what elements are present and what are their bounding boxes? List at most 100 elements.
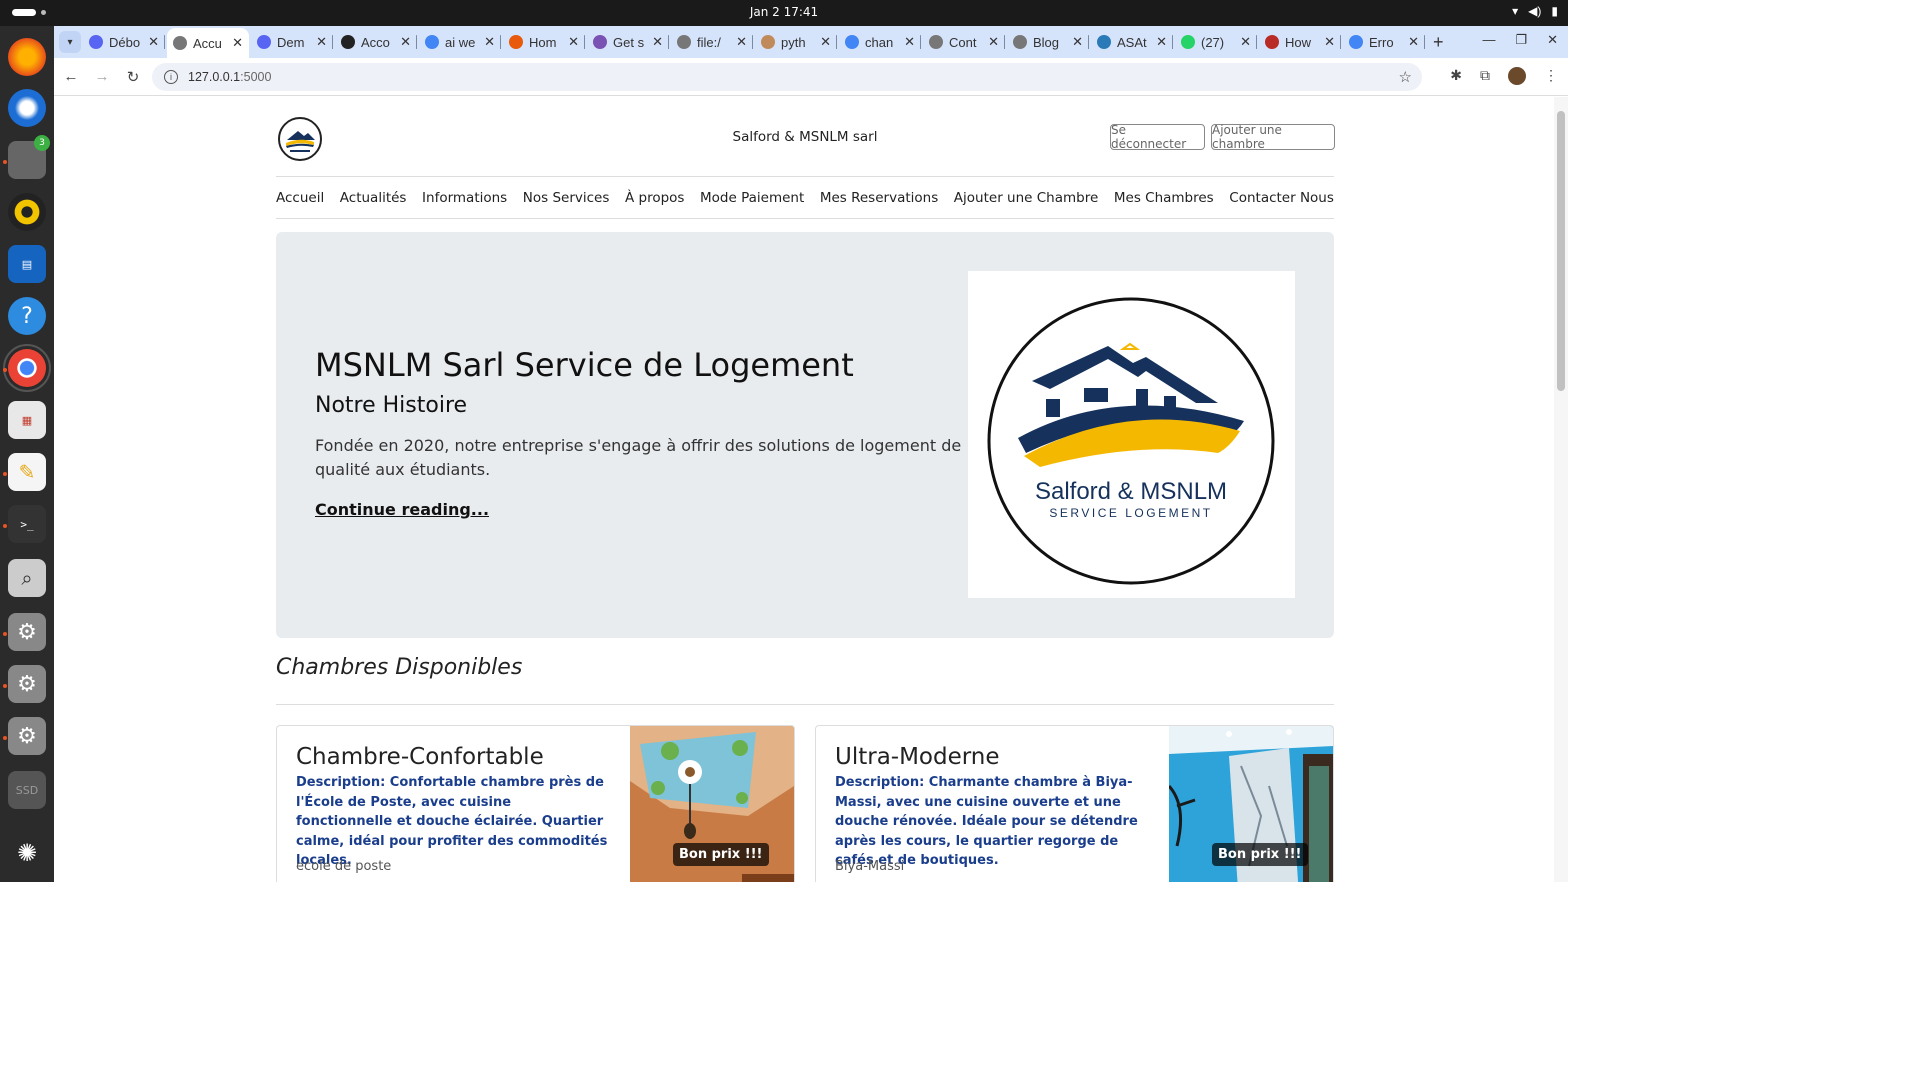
nav-link[interactable]: Mode Paiement <box>700 190 804 206</box>
tab-close-icon[interactable]: ✕ <box>1408 34 1419 50</box>
browser-tab[interactable]: Blog ✕ <box>1007 29 1089 55</box>
tab-close-icon[interactable]: ✕ <box>484 34 495 50</box>
tab-close-icon[interactable]: ✕ <box>736 34 747 50</box>
room-photo[interactable]: Bon prix !!! <box>1169 726 1333 882</box>
reload-icon[interactable]: ↻ <box>119 68 147 86</box>
ssd-drive-icon[interactable]: SSD <box>8 771 46 809</box>
writer-icon[interactable]: ▤ <box>8 245 46 283</box>
browser-tab[interactable]: pyth ✕ <box>755 29 837 55</box>
minimize-icon[interactable]: — <box>1482 32 1495 48</box>
nav-link[interactable]: Informations <box>422 190 507 206</box>
help-icon[interactable]: ? <box>8 297 46 335</box>
tab-close-icon[interactable]: ✕ <box>1156 34 1167 50</box>
address-bar[interactable]: i 127.0.0.1:5000 ☆ <box>152 63 1422 91</box>
browser-tab[interactable]: Erro ✕ <box>1343 29 1425 55</box>
nav-link[interactable]: Accueil <box>276 190 324 206</box>
tab-close-icon[interactable]: ✕ <box>820 34 831 50</box>
tab-close-icon[interactable]: ✕ <box>988 34 999 50</box>
files-icon[interactable]: 3 <box>8 135 50 179</box>
rhythmbox-icon[interactable] <box>8 193 46 231</box>
document-viewer-icon[interactable]: ▦ <box>8 401 46 439</box>
running-indicator <box>3 736 7 740</box>
nav-link[interactable]: Actualités <box>340 190 407 206</box>
browser-tab[interactable]: Hom ✕ <box>503 29 585 55</box>
extension-bug-icon[interactable]: ✱ <box>1450 67 1462 85</box>
room-card[interactable]: Ultra-Moderne Description: Charmante cha… <box>815 725 1334 882</box>
tab-close-icon[interactable]: ✕ <box>148 34 159 50</box>
tab-close-icon[interactable]: ✕ <box>568 34 579 50</box>
browser-tab[interactable]: How ✕ <box>1259 29 1341 55</box>
chrome-icon[interactable] <box>3 344 51 392</box>
room-description: Description: Confortable chambre près de… <box>296 775 608 868</box>
tab-close-icon[interactable]: ✕ <box>316 34 327 50</box>
close-icon[interactable]: ✕ <box>1547 32 1558 48</box>
forward-icon[interactable]: → <box>88 68 116 85</box>
hero-logo-line2: SERVICE LOGEMENT <box>1049 506 1212 520</box>
nav-link[interactable]: Mes Reservations <box>820 190 938 206</box>
add-room-button[interactable]: Ajouter une chambre <box>1211 123 1335 151</box>
toolbar-actions: ✱ ⧉ ⋮ <box>1450 67 1558 85</box>
browser-tab[interactable]: chan ✕ <box>839 29 921 55</box>
page-scrollbar[interactable] <box>1554 97 1568 882</box>
thunderbird-icon[interactable] <box>8 89 46 127</box>
files-badge: 3 <box>34 135 50 151</box>
terminal-icon[interactable]: >_ <box>8 505 46 543</box>
browser-tab[interactable]: Cont ✕ <box>923 29 1005 55</box>
nav-link[interactable]: Mes Chambres <box>1114 190 1214 206</box>
settings-icon[interactable]: ⚙ <box>8 613 46 651</box>
tab-close-icon[interactable]: ✕ <box>652 34 663 50</box>
browser-tab[interactable]: ASAt ✕ <box>1091 29 1173 55</box>
system-clock[interactable]: Jan 2 17:41 <box>0 5 1568 19</box>
settings-icon[interactable]: ⚙ <box>8 665 46 703</box>
scrollbar-thumb[interactable] <box>1557 111 1565 391</box>
text-editor-icon[interactable]: ✎ <box>8 453 46 491</box>
site-info-icon[interactable]: i <box>164 70 178 84</box>
hero-logo-line1: Salford & MSNLM <box>1035 478 1227 505</box>
new-tab-button[interactable]: + <box>1433 32 1444 53</box>
browser-tab[interactable]: Dem ✕ <box>251 29 333 55</box>
room-title[interactable]: Ultra-Moderne <box>835 744 1000 770</box>
tab-close-icon[interactable]: ✕ <box>1324 34 1335 50</box>
globe-icon <box>929 35 943 49</box>
room-photo[interactable]: Bon prix !!! <box>630 726 794 882</box>
continue-reading-link[interactable]: Continue reading... <box>315 500 489 519</box>
browser-tab[interactable]: Get s ✕ <box>587 29 669 55</box>
tab-separator <box>332 35 333 49</box>
tab-close-icon[interactable]: ✕ <box>1240 34 1251 50</box>
tab-search-button[interactable]: ▾ <box>59 31 81 53</box>
back-icon[interactable]: ← <box>57 68 85 85</box>
room-title[interactable]: Chambre-Confortable <box>296 744 544 770</box>
tab-close-icon[interactable]: ✕ <box>1072 34 1083 50</box>
browser-tab[interactable]: Accu ✕ <box>167 28 249 58</box>
running-indicator <box>3 684 7 688</box>
system-tray[interactable]: ▾ ◀) ▮ <box>1512 4 1558 18</box>
hero-subtitle: Notre Histoire <box>315 393 468 418</box>
extensions-puzzle-icon[interactable]: ⧉ <box>1480 67 1490 85</box>
restore-icon[interactable]: ❐ <box>1515 32 1527 48</box>
tab-close-icon[interactable]: ✕ <box>232 35 243 51</box>
browser-tab[interactable]: file:/ ✕ <box>671 29 753 55</box>
browser-tab[interactable]: Débo ✕ <box>83 29 165 55</box>
nav-link[interactable]: Nos Services <box>523 190 610 206</box>
browser-tab[interactable]: Acco ✕ <box>335 29 417 55</box>
firefox-icon[interactable] <box>8 38 46 76</box>
nav-link[interactable]: Ajouter une Chambre <box>954 190 1099 206</box>
tab-separator <box>836 35 837 49</box>
show-apps-icon[interactable]: ✺ <box>8 834 46 872</box>
settings-icon[interactable]: ⚙ <box>8 717 46 755</box>
profile-avatar[interactable] <box>1508 67 1526 85</box>
nav-link[interactable]: Contacter Nous <box>1229 190 1334 206</box>
tab-close-icon[interactable]: ✕ <box>904 34 915 50</box>
web-page: Salford & MSNLM sarl Se déconnecter Ajou… <box>54 97 1554 882</box>
logout-button[interactable]: Se déconnecter <box>1110 123 1205 151</box>
room-card[interactable]: Chambre-Confortable Description: Confort… <box>276 725 795 882</box>
browser-tab[interactable]: ai we ✕ <box>419 29 501 55</box>
room-description: Description: Charmante chambre à Biya-Ma… <box>835 775 1138 868</box>
bookmark-star-icon[interactable]: ☆ <box>1399 68 1412 86</box>
nav-link[interactable]: À propos <box>625 190 684 206</box>
browser-toolbar: ← → ↻ i 127.0.0.1:5000 ☆ ✱ ⧉ ⋮ <box>54 58 1568 96</box>
menu-kebab-icon[interactable]: ⋮ <box>1544 67 1558 85</box>
tab-close-icon[interactable]: ✕ <box>400 34 411 50</box>
browser-tab[interactable]: (27) ✕ <box>1175 29 1257 55</box>
search-icon[interactable]: ⌕ <box>8 559 46 597</box>
